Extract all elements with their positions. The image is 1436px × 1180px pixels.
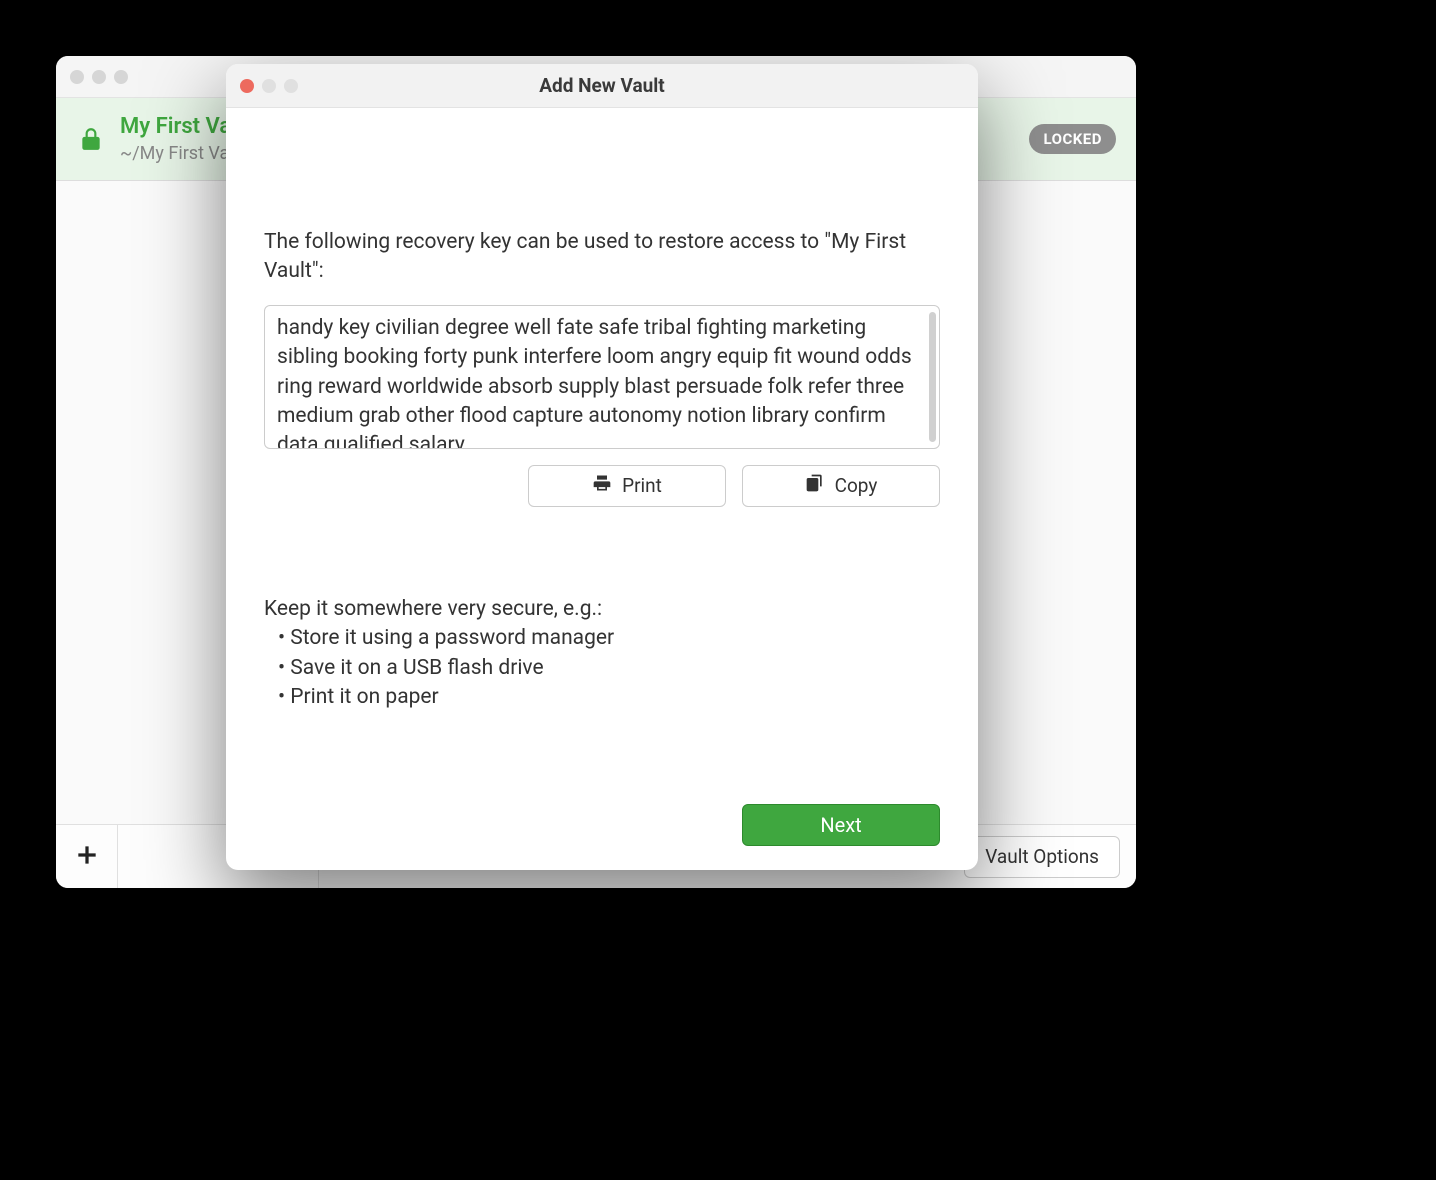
scrollbar[interactable] (929, 312, 936, 442)
main-zoom-button[interactable] (114, 70, 128, 84)
advice-item: • Save it on a USB flash drive (264, 654, 940, 683)
add-vault-dialog: Add New Vault The following recovery key… (226, 64, 978, 870)
advice-item: • Print it on paper (264, 683, 940, 712)
add-vault-button[interactable] (56, 825, 118, 888)
print-label: Print (622, 474, 662, 497)
locked-badge: LOCKED (1029, 124, 1116, 154)
vault-options-button[interactable]: Vault Options (964, 836, 1120, 878)
dialog-title: Add New Vault (226, 74, 978, 97)
next-button[interactable]: Next (742, 804, 940, 846)
lock-icon (78, 126, 104, 152)
main-minimize-button[interactable] (92, 70, 106, 84)
dialog-traffic-lights (240, 79, 298, 93)
next-label: Next (820, 813, 861, 837)
button-row: Print Copy (264, 465, 940, 507)
dialog-body: The following recovery key can be used t… (226, 108, 978, 870)
recovery-intro-text: The following recovery key can be used t… (264, 228, 940, 287)
dialog-titlebar: Add New Vault (226, 64, 978, 108)
copy-button[interactable]: Copy (742, 465, 940, 507)
plus-icon (74, 842, 100, 872)
main-close-button[interactable] (70, 70, 84, 84)
dialog-footer: Next (264, 804, 940, 846)
recovery-key-box[interactable]: handy key civilian degree well fate safe… (264, 305, 940, 449)
dialog-zoom-button[interactable] (284, 79, 298, 93)
recovery-key-text: handy key civilian degree well fate safe… (277, 316, 912, 449)
advice-section: Keep it somewhere very secure, e.g.: • S… (264, 595, 940, 713)
copy-label: Copy (835, 474, 878, 497)
print-icon (592, 473, 612, 498)
print-button[interactable]: Print (528, 465, 726, 507)
advice-item: • Store it using a password manager (264, 624, 940, 653)
advice-heading: Keep it somewhere very secure, e.g.: (264, 595, 940, 624)
main-traffic-lights (70, 70, 128, 84)
dialog-close-button[interactable] (240, 79, 254, 93)
copy-icon (805, 473, 825, 498)
vault-options-label: Vault Options (985, 845, 1099, 868)
dialog-minimize-button[interactable] (262, 79, 276, 93)
